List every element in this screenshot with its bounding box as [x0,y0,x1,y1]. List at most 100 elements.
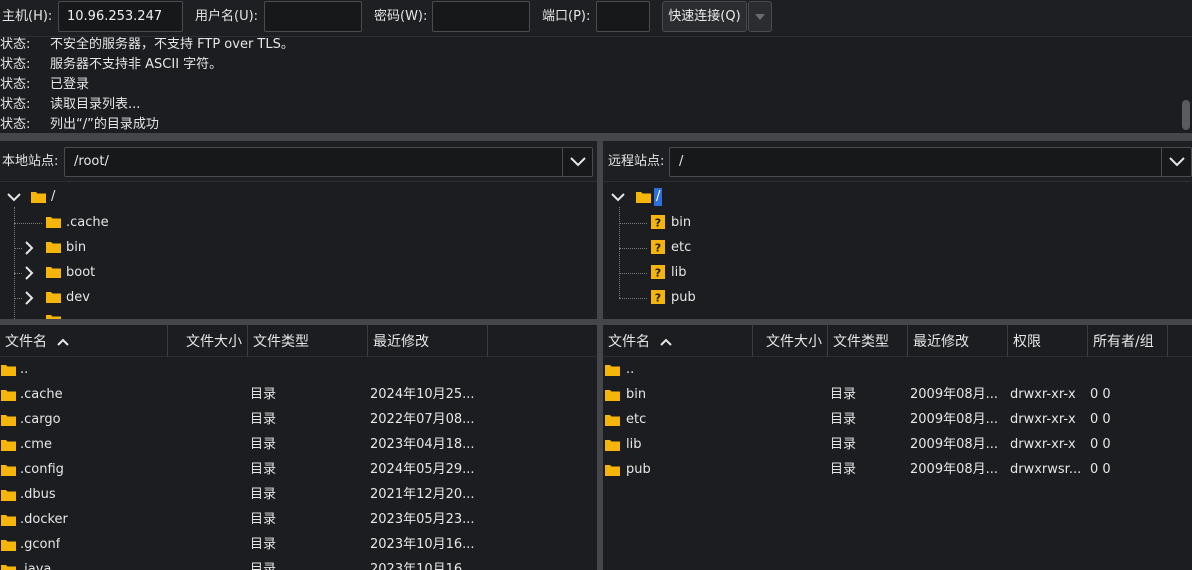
folder-icon [605,440,620,451]
log-scrollbar[interactable] [1182,100,1190,130]
tree-item-dev[interactable]: dev [0,286,597,310]
tree-item-label: pub [671,290,696,305]
folder-icon [636,192,651,203]
column-label: 文件名 [5,334,47,350]
local-path-dropdown[interactable] [562,148,592,176]
file-owner: 0 0 [1090,412,1111,427]
tree-item-etc[interactable]: ? etc [603,236,1192,260]
file-type: 目录 [250,387,277,402]
chevron-down-icon[interactable] [6,189,22,205]
password-input[interactable] [432,1,530,32]
file-modified: 2024年10月25... [370,387,475,402]
folder-icon [1,365,16,376]
local-path-combo[interactable]: /root/ [64,147,593,177]
column-filesize[interactable]: 文件大小 [753,325,828,357]
remote-path-dropdown[interactable] [1161,148,1191,176]
quickconnect-history-button[interactable] [748,1,772,32]
local-file-row[interactable]: .dbus 目录 2021年12月20... [0,482,597,507]
file-name: .dbus [20,487,56,502]
file-permissions: drwxr-xr-x [1010,387,1076,402]
log-status-key: 状态: [0,117,31,132]
file-type: 目录 [250,487,277,502]
remote-file-row[interactable]: bin 目录 2009年08月... drwxr-xr-x 0 0 [603,382,1192,407]
column-modified[interactable]: 最近修改 [908,325,1008,357]
chevron-right-icon[interactable] [21,265,37,281]
tree-item-bin[interactable]: bin [0,236,597,260]
tree-item-cache[interactable]: .cache [0,211,597,235]
column-owner[interactable]: 所有者/组 [1088,325,1168,357]
column-filename[interactable]: 文件名 [603,325,753,357]
remote-file-row[interactable]: lib 目录 2009年08月... drwxr-xr-x 0 0 [603,432,1192,457]
tree-item-bin[interactable]: ? bin [603,211,1192,235]
svg-text:?: ? [655,217,661,230]
file-permissions: drwxrwsr... [1010,462,1082,477]
chevron-down-icon [570,157,586,167]
log-splitter[interactable] [0,133,1192,141]
column-filetype[interactable]: 文件类型 [828,325,908,357]
tree-item-root[interactable]: / [603,185,1192,209]
log-text: 已登录 [50,77,90,92]
remote-file-row[interactable]: pub 目录 2009年08月... drwxrwsr... 0 0 [603,457,1192,482]
remote-path-value: / [679,154,684,169]
chevron-down-icon[interactable] [610,189,626,205]
message-log: 状态: 不安全的服务器，不支持 FTP over TLS。 状态: 服务器不支持… [0,37,1192,133]
local-file-row[interactable]: .cme 目录 2023年04月18... [0,432,597,457]
quickconnect-button[interactable]: 快速连接(Q) [662,1,747,32]
chevron-down-icon [1169,157,1185,167]
folder-icon [46,267,61,278]
file-type: 目录 [250,562,277,570]
unknown-folder-icon: ? [651,290,665,304]
local-file-row[interactable]: .java 目录 2023年10月16... [0,557,597,570]
tree-item-root[interactable]: / [0,185,597,209]
file-permissions: drwxr-xr-x [1010,437,1076,452]
local-file-row[interactable]: .. [0,357,597,382]
tree-item-pub[interactable]: ? pub [603,286,1192,310]
file-modified: 2021年12月20... [370,487,475,502]
username-input[interactable] [264,1,362,32]
column-permissions[interactable]: 权限 [1008,325,1088,357]
folder-icon [1,540,16,551]
folder-icon [46,292,61,303]
tree-item-label: bin [671,215,692,230]
local-file-row[interactable]: .docker 目录 2023年05月23... [0,507,597,532]
column-filesize[interactable]: 文件大小 [168,325,248,357]
file-permissions: drwxr-xr-x [1010,412,1076,427]
tree-item-lib[interactable]: ? lib [603,261,1192,285]
folder-icon [1,565,16,570]
local-file-header: 文件名 文件大小 文件类型 最近修改 [0,325,597,357]
file-type: 目录 [250,462,277,477]
file-type: 目录 [830,387,857,402]
local-file-row[interactable]: .cargo 目录 2022年07月08... [0,407,597,432]
chevron-right-icon[interactable] [21,290,37,306]
remote-file-row[interactable]: .. [603,357,1192,382]
port-input[interactable] [596,1,650,32]
file-type: 目录 [830,462,857,477]
svg-text:?: ? [655,242,661,255]
password-label: 密码(W): [374,9,428,24]
remote-site-label: 远程站点: [608,154,665,169]
column-modified[interactable]: 最近修改 [368,325,488,357]
local-file-row[interactable]: .config 目录 2024年05月29... [0,457,597,482]
remote-file-row[interactable]: etc 目录 2009年08月... drwxr-xr-x 0 0 [603,407,1192,432]
column-label: 文件名 [608,334,650,350]
folder-icon [46,242,61,253]
tree-item-boot[interactable]: boot [0,261,597,285]
username-label: 用户名(U): [195,9,259,24]
local-file-list: 文件名 文件大小 文件类型 最近修改 .. .cache 目录 2024年10月… [0,325,597,570]
folder-icon [1,515,16,526]
log-status-key: 状态: [0,97,31,112]
file-name: .cache [20,387,63,402]
remote-file-list: 文件名 文件大小 文件类型 最近修改 权限 所有者/组 .. bin 目录 20… [603,325,1192,570]
folder-icon [1,415,16,426]
local-file-row[interactable]: .gconf 目录 2023年10月16... [0,532,597,557]
file-name: bin [626,387,647,402]
remote-path-combo[interactable]: / [669,147,1192,177]
chevron-right-icon[interactable] [21,240,37,256]
file-modified: 2023年10月16... [370,562,475,570]
column-filetype[interactable]: 文件类型 [248,325,368,357]
local-file-row[interactable]: .cache 目录 2024年10月25... [0,382,597,407]
log-status-key: 状态: [0,37,31,52]
tree-item-label: lib [671,265,687,280]
host-input[interactable]: 10.96.253.247 [58,1,183,32]
column-filename[interactable]: 文件名 [0,325,168,357]
